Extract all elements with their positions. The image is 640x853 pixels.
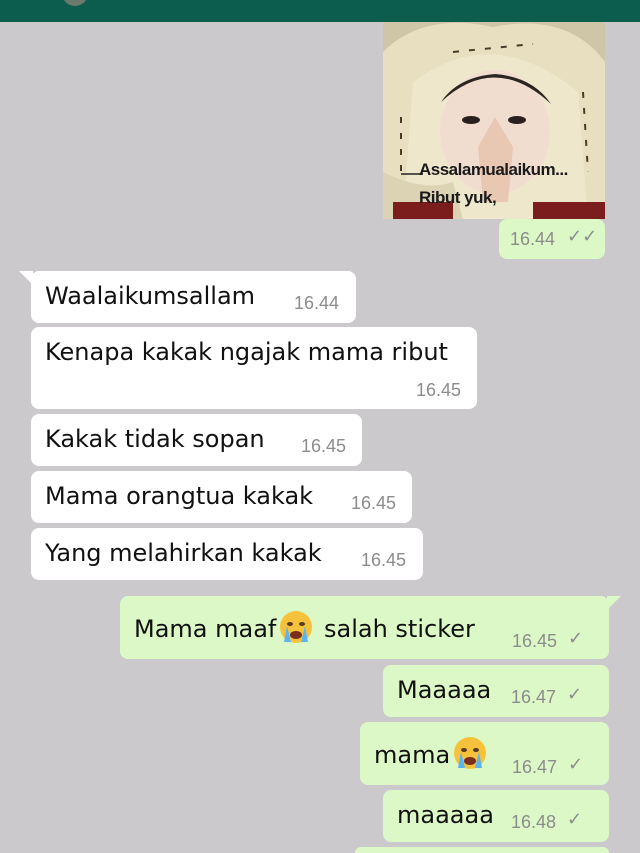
message-bubble-incoming[interactable]: Yang melahirkan kakak 16.45: [31, 528, 423, 580]
message-bubble-incoming[interactable]: Kenapa kakak ngajak mama ribut 16.45: [31, 327, 477, 409]
single-check-icon: ✓: [568, 754, 584, 775]
message-text: Waalaikumsallam: [45, 282, 256, 310]
bubble-tail: [19, 271, 33, 285]
single-check-icon: ✓: [567, 809, 583, 830]
single-check-icon: ✓: [567, 684, 583, 705]
message-text: Mama maaf salah sticker: [134, 609, 475, 645]
sticker-caption-line-1: Assalamualaikum...: [419, 160, 568, 179]
message-time: 16.48: [511, 812, 557, 832]
message-text-part: Mama maaf: [134, 615, 277, 643]
message-bubble-outgoing[interactable]: Maaaaa 16.47 ✓: [383, 665, 609, 717]
message-bubble-outgoing-partial[interactable]: [355, 847, 609, 853]
sticker-caption-line-2: Ribut yuk,: [419, 188, 497, 207]
message-text: mama: [374, 735, 490, 771]
message-bubble-outgoing[interactable]: maaaaa 16.48 ✓: [383, 790, 609, 842]
bubble-tail: [607, 596, 621, 610]
message-time: 16.45: [512, 631, 558, 651]
message-bubble-incoming[interactable]: Waalaikumsallam 16.44: [19, 271, 356, 323]
message-time: 16.47: [512, 757, 558, 777]
message-time: 16.44: [294, 293, 340, 313]
message-text-part: mama: [374, 741, 451, 769]
crying-face-icon: [454, 737, 487, 769]
message-time: 16.45: [351, 493, 397, 513]
message-time: 16.45: [301, 436, 347, 456]
message-time: 16.45: [416, 380, 462, 400]
message-bubble-incoming[interactable]: Mama orangtua kakak 16.45: [31, 471, 412, 523]
crying-face-icon: [280, 611, 313, 643]
message-bubble-incoming[interactable]: Kakak tidak sopan 16.45: [31, 414, 362, 466]
chat-header: [0, 0, 640, 22]
message-text: Kakak tidak sopan: [45, 425, 265, 453]
sticker-image[interactable]: Assalamualaikum... Ribut yuk,: [383, 22, 605, 219]
message-bubble-outgoing[interactable]: mama 16.47 ✓: [360, 722, 609, 785]
message-text-part: salah sticker: [316, 615, 475, 643]
message-bubble-outgoing[interactable]: Mama maaf salah sticker 16.45 ✓: [120, 596, 621, 659]
message-text: Yang melahirkan kakak: [45, 539, 322, 567]
double-check-icon: ✓✓: [567, 226, 598, 247]
message-time: 16.47: [511, 687, 557, 707]
contact-avatar[interactable]: [62, 0, 88, 6]
message-time: 16.44: [510, 229, 556, 249]
message-text: Maaaaa: [397, 676, 492, 704]
message-text: Mama orangtua kakak: [45, 482, 314, 510]
single-check-icon: ✓: [568, 628, 584, 649]
sticker-time-bubble: 16.44 ✓✓: [499, 219, 605, 259]
message-time: 16.45: [361, 550, 407, 570]
message-text: maaaaa: [397, 801, 494, 829]
message-text: Kenapa kakak ngajak mama ribut: [45, 338, 448, 366]
